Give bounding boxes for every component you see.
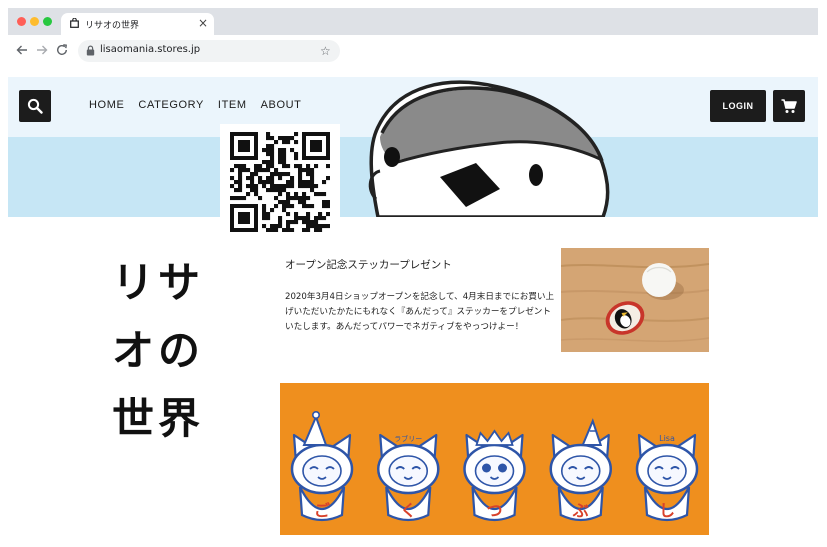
qr-code-image (230, 132, 330, 232)
url-text: lisaomania.stores.jp (100, 44, 201, 55)
cart-button[interactable] (773, 90, 805, 122)
banner-character-label: ぶ (572, 501, 589, 520)
back-arrow-icon[interactable] (15, 43, 29, 57)
banner-character-label: ご (314, 501, 330, 520)
post-body: 2020年3月4日ショップオープンを記念して、4月末日までにお買い上げいただいた… (285, 292, 555, 332)
shopping-bag-icon (70, 18, 79, 28)
minimize-window-button[interactable] (30, 17, 39, 26)
bookmark-star-icon[interactable]: ☆ (320, 44, 331, 58)
search-icon (27, 98, 43, 114)
nav-home[interactable]: HOME (89, 99, 124, 111)
lock-icon (86, 45, 95, 56)
nav-category[interactable]: CATEGORY (138, 99, 204, 111)
character-banner[interactable]: ご く つ ぶ し ラブリー Lisa (280, 383, 709, 535)
login-button[interactable]: LOGIN (710, 90, 766, 122)
browser-window: リサオの世界 × lisaomania.stores.jp ☆ (8, 8, 818, 68)
shop-title-line: リサ (112, 258, 205, 307)
browser-tab[interactable]: リサオの世界 × (61, 13, 214, 35)
browser-toolbar: lisaomania.stores.jp ☆ (8, 35, 818, 68)
qr-code (220, 124, 340, 240)
banner-character-label: し (659, 501, 675, 520)
close-window-button[interactable] (17, 17, 26, 26)
tab-title: リサオの世界 (85, 21, 140, 31)
address-bar[interactable]: lisaomania.stores.jp ☆ (78, 40, 340, 62)
cart-icon (781, 99, 797, 113)
forward-arrow-icon[interactable] (35, 43, 49, 57)
web-page: HOME CATEGORY ITEM ABOUT LOGIN リサ オの 世界 … (8, 77, 818, 547)
nav-item[interactable]: ITEM (218, 99, 247, 111)
shop-title-line: 世界 (112, 394, 205, 443)
shop-title: リサ オの 世界 (112, 249, 224, 453)
banner-character-label: く (400, 501, 416, 520)
banner-annotation: ラブリー (394, 434, 422, 443)
tab-strip: リサオの世界 × (8, 8, 818, 35)
nav-about[interactable]: ABOUT (261, 99, 302, 111)
close-tab-button[interactable]: × (198, 16, 208, 30)
banner-annotation: Lisa (659, 434, 675, 443)
post-title[interactable]: オープン記念ステッカープレゼント (285, 257, 452, 272)
maximize-window-button[interactable] (43, 17, 52, 26)
sticker-photo[interactable] (561, 248, 709, 352)
shop-title-line: オの (112, 326, 205, 375)
mascot-illustration (368, 80, 610, 217)
reload-icon[interactable] (55, 43, 69, 57)
search-button[interactable] (19, 90, 51, 122)
banner-character-label: つ (486, 501, 502, 520)
main-navigation: HOME CATEGORY ITEM ABOUT (89, 99, 302, 111)
